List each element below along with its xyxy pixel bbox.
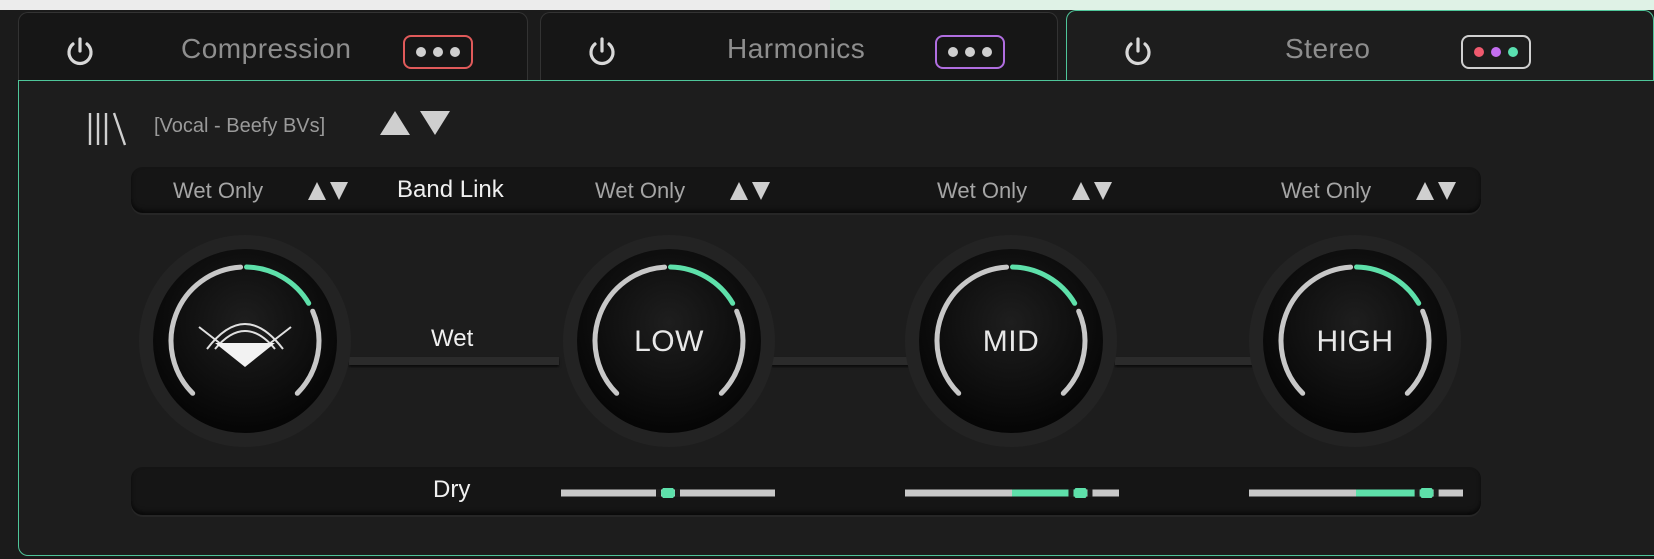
tab-menu-button[interactable] xyxy=(1461,35,1531,69)
knob-label: MID xyxy=(982,325,1040,358)
power-icon[interactable] xyxy=(1121,35,1155,69)
mode-up-arrow-icon[interactable] xyxy=(1071,181,1091,201)
band-mode-label[interactable]: Wet Only xyxy=(1281,178,1371,204)
slider-thumb[interactable] xyxy=(1419,488,1434,498)
mode-up-arrow-icon[interactable] xyxy=(1415,181,1435,201)
menu-dot-icon xyxy=(1508,47,1518,57)
preset-library-icon[interactable] xyxy=(87,111,129,147)
menu-dot-icon xyxy=(1491,47,1501,57)
menu-dot-icon xyxy=(416,47,426,57)
mode-up-arrow-icon[interactable] xyxy=(307,181,327,201)
slider-thumb[interactable] xyxy=(1073,488,1088,498)
menu-dot-icon xyxy=(982,47,992,57)
power-icon[interactable] xyxy=(63,35,97,69)
mode-up-arrow-icon[interactable] xyxy=(729,181,749,201)
knob-label: HIGH xyxy=(1316,325,1394,358)
mode-down-arrow-icon[interactable] xyxy=(1437,181,1457,201)
mid-dry-slider[interactable] xyxy=(905,488,1119,498)
tab-label: Stereo xyxy=(1285,33,1371,64)
tab-harmonics[interactable]: Harmonics xyxy=(540,12,1058,80)
band-mode-label[interactable]: Wet Only xyxy=(937,178,1027,204)
tab-label: Compression xyxy=(181,33,352,64)
preset-next-arrow-icon[interactable] xyxy=(419,109,451,137)
top-strip xyxy=(0,0,830,10)
knob-connector xyxy=(349,357,559,365)
preset-prev-arrow-icon[interactable] xyxy=(379,109,411,137)
tab-stereo[interactable]: Stereo xyxy=(1066,10,1654,82)
wet-label: Wet xyxy=(431,325,474,352)
band-mode-label[interactable]: Wet Only xyxy=(595,178,685,204)
band-mode-rail: Wet Only Band Link Wet Only Wet Only Wet… xyxy=(131,167,1481,213)
preset-nav xyxy=(379,109,451,137)
master-width-knob[interactable] xyxy=(135,231,355,451)
mode-down-arrow-icon[interactable] xyxy=(1093,181,1113,201)
menu-dot-icon xyxy=(450,47,460,57)
stereo-panel: [Vocal - Beefy BVs] Wet Only Band Link W… xyxy=(18,80,1654,556)
high-dry-slider[interactable] xyxy=(1249,488,1463,498)
high-band-knob[interactable]: HIGH xyxy=(1245,231,1465,451)
low-band-knob[interactable]: LOW xyxy=(559,231,779,451)
menu-dot-icon xyxy=(433,47,443,57)
mode-arrows[interactable] xyxy=(1071,181,1113,201)
menu-dot-icon xyxy=(1474,47,1484,57)
slider-thumb[interactable] xyxy=(661,488,675,498)
dry-label: Dry xyxy=(433,476,471,503)
top-strip-highlight xyxy=(830,0,1654,10)
tab-compression[interactable]: Compression xyxy=(18,12,528,80)
plugin-window: Compression Harmonics Stereo [Vocal - Be… xyxy=(0,0,1654,559)
power-icon[interactable] xyxy=(585,35,619,69)
mode-arrows[interactable] xyxy=(1415,181,1457,201)
tab-menu-button[interactable] xyxy=(935,35,1005,69)
knob-connector xyxy=(1115,357,1265,365)
band-mode-label[interactable]: Wet Only xyxy=(173,178,263,204)
low-dry-slider[interactable] xyxy=(561,488,775,498)
band-link-label[interactable]: Band Link xyxy=(397,176,504,204)
menu-dot-icon xyxy=(965,47,975,57)
knob-label: LOW xyxy=(634,325,704,358)
tab-menu-button[interactable] xyxy=(403,35,473,69)
menu-dot-icon xyxy=(948,47,958,57)
knob-connector xyxy=(771,357,921,365)
stereo-width-icon xyxy=(198,323,292,367)
mode-down-arrow-icon[interactable] xyxy=(329,181,349,201)
mode-down-arrow-icon[interactable] xyxy=(751,181,771,201)
preset-name[interactable]: [Vocal - Beefy BVs] xyxy=(154,115,325,138)
tab-label: Harmonics xyxy=(727,33,866,64)
mode-arrows[interactable] xyxy=(307,181,349,201)
mode-arrows[interactable] xyxy=(729,181,771,201)
mid-band-knob[interactable]: MID xyxy=(901,231,1121,451)
